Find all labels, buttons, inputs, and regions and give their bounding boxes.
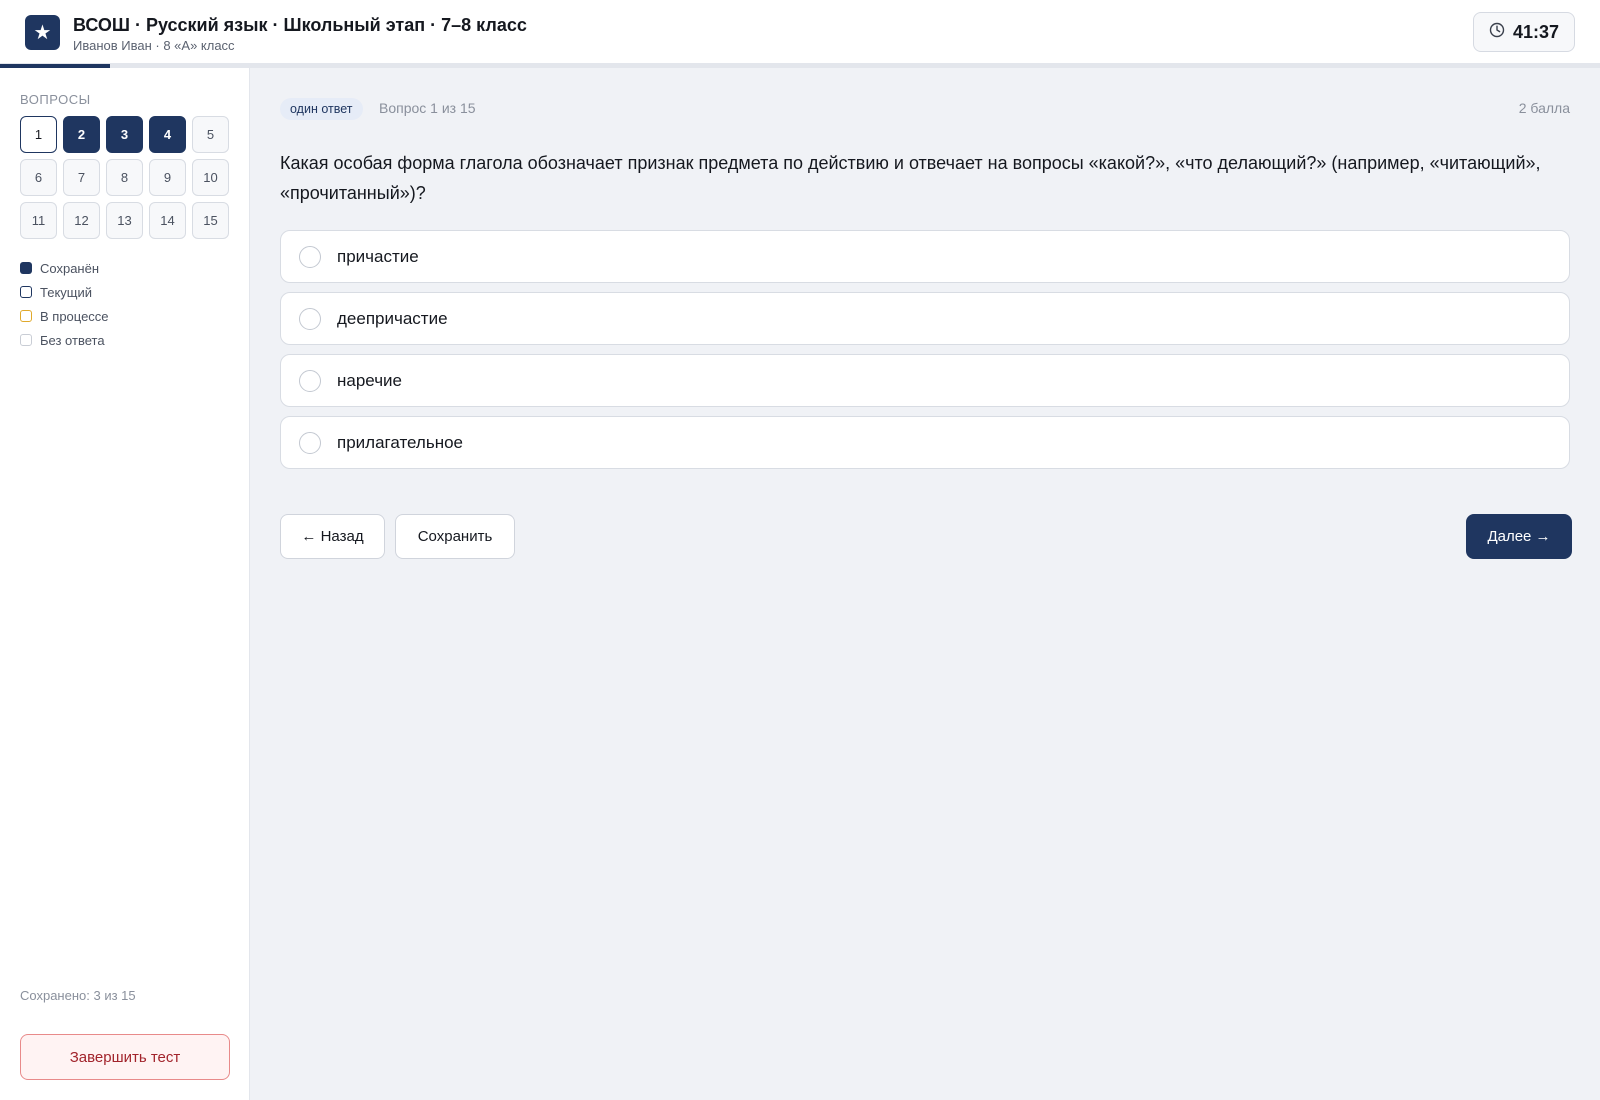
radio-button[interactable] (299, 369, 321, 392)
question-nav-11[interactable]: 11 (20, 202, 57, 239)
legend-swatch-in-progress (20, 310, 32, 322)
legend: Сохранён Текущий В процессе Без ответа (20, 256, 109, 352)
question-nav-12[interactable]: 12 (63, 202, 100, 239)
question-text: Какая особая форма глагола обозначает пр… (280, 153, 1541, 203)
finish-test-button[interactable]: Завершить тест (20, 1034, 230, 1080)
next-button[interactable]: Далее → (1466, 514, 1572, 559)
question-nav-6[interactable]: 6 (20, 159, 57, 196)
question-nav-3[interactable]: 3 (106, 116, 143, 153)
legend-swatch-no-answer (20, 334, 32, 346)
answer-option-label: причастие (337, 246, 419, 266)
legend-swatch-saved (20, 262, 32, 274)
legend-label: В процессе (40, 308, 109, 324)
answer-option[interactable]: прилагательное (280, 416, 1570, 469)
question-nav-5[interactable]: 5 (192, 116, 229, 153)
app-header: ★ ВСОШ · Русский язык · Школьный этап · … (0, 0, 1600, 64)
question-points: 2 балла (1518, 100, 1570, 116)
legend-no-answer: Без ответа (20, 328, 109, 352)
back-button[interactable]: ← Назад (280, 514, 385, 559)
radio-button[interactable] (299, 307, 321, 330)
legend-label: Сохранён (40, 260, 100, 276)
question-nav-4[interactable]: 4 (149, 116, 186, 153)
save-button[interactable]: Сохранить (395, 514, 515, 559)
legend-label: Без ответа (40, 332, 105, 348)
legend-saved: Сохранён (20, 256, 109, 280)
answer-option[interactable]: деепричастие (280, 292, 1570, 345)
clock-icon (1489, 22, 1505, 43)
question-grid: 1 2 3 4 5 6 7 8 9 10 11 12 13 14 15 (20, 116, 230, 239)
saved-count: Сохранено: 3 из 15 (20, 988, 136, 1003)
question-nav-8[interactable]: 8 (106, 159, 143, 196)
question-nav-2[interactable]: 2 (63, 116, 100, 153)
question-panel: один ответ Вопрос 1 из 15 2 балла Какая … (250, 68, 1600, 1100)
answer-option-label: наречие (337, 370, 402, 390)
question-nav-9[interactable]: 9 (149, 159, 186, 196)
answer-option[interactable]: наречие (280, 354, 1570, 407)
radio-button[interactable] (299, 431, 321, 454)
question-nav-15[interactable]: 15 (192, 202, 229, 239)
questions-heading: Вопросы (20, 92, 91, 107)
question-nav-13[interactable]: 13 (106, 202, 143, 239)
student-info: Иванов Иван · 8 «А» класс (73, 38, 235, 53)
timer-value: 41:37 (1512, 21, 1560, 42)
timer: 41:37 (1473, 12, 1575, 52)
answer-option[interactable]: причастие (280, 230, 1570, 283)
question-nav-14[interactable]: 14 (149, 202, 186, 239)
legend-swatch-current (20, 286, 32, 298)
legend-in-progress: В процессе (20, 304, 109, 328)
question-counter: Вопрос 1 из 15 (379, 100, 476, 116)
question-nav-10[interactable]: 10 (192, 159, 229, 196)
question-type-badge: один ответ (280, 98, 363, 120)
answer-option-label: прилагательное (337, 432, 463, 452)
answer-option-label: деепричастие (337, 308, 448, 328)
radio-button[interactable] (299, 245, 321, 268)
legend-current: Текущий (20, 280, 109, 304)
star-icon: ★ (25, 15, 60, 50)
legend-label: Текущий (40, 284, 92, 300)
sidebar: Вопросы 1 2 3 4 5 6 7 8 9 10 11 12 13 14 15 Сохранён Т… (0, 68, 250, 1100)
page-title: ВСОШ · Русский язык · Школьный этап · 7–… (73, 15, 527, 35)
question-nav-1[interactable]: 1 (20, 116, 57, 153)
question-nav-7[interactable]: 7 (63, 159, 100, 196)
